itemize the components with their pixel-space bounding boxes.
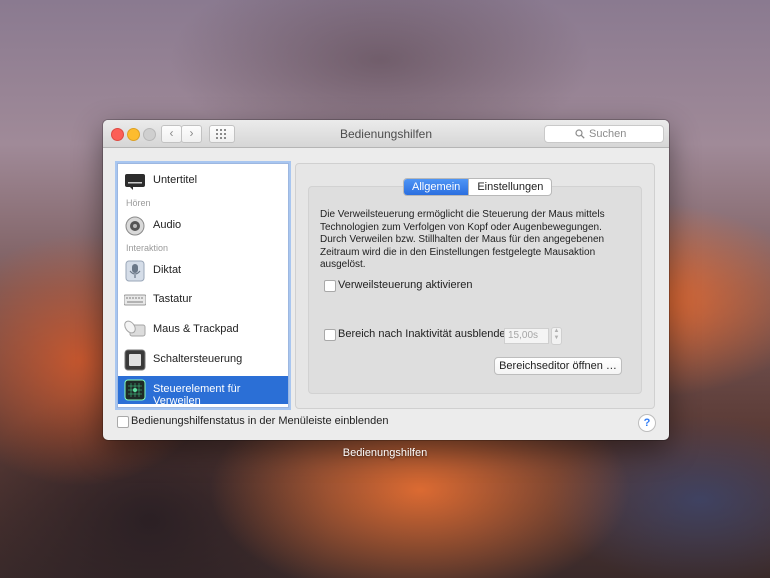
sidebar-item-label: Maus & Trackpad [153, 323, 239, 335]
sidebar-item-label: Audio [153, 219, 182, 231]
keyboard-icon [124, 294, 146, 306]
tab-allgemein[interactable]: Allgemein [404, 179, 469, 195]
sidebar-item-diktat[interactable]: Diktat [118, 257, 288, 285]
enable-dwell-checkbox[interactable] [324, 280, 336, 292]
sidebar-item-label: Steuerelement für Verweilen [153, 383, 241, 407]
hide-delay-field[interactable]: 15,00s [504, 328, 549, 344]
search-placeholder: Suchen [589, 128, 627, 140]
enable-dwell-label: Verweilsteuerung aktivieren [338, 279, 473, 291]
show-in-menubar-checkbox[interactable] [117, 416, 129, 428]
help-button[interactable]: ? [638, 414, 656, 432]
stepper-down-icon: ▼ [553, 335, 560, 341]
hide-delay-stepper[interactable]: ▲ ▼ [551, 327, 562, 345]
title-bar: ‹ › Bedienungshilfen Suchen [103, 120, 669, 148]
category-list[interactable]: Untertitel Hören Audio Interaktion Dikta… [117, 163, 289, 408]
sidebar-item-maus-trackpad[interactable]: Maus & Trackpad [118, 316, 288, 344]
show-in-menubar-label: Bedienungshilfenstatus in der Menüleiste… [131, 415, 389, 427]
microphone-icon [125, 260, 145, 282]
window-caption: Bedienungshilfen [342, 447, 428, 459]
tab-einstellungen[interactable]: Einstellungen [468, 179, 551, 195]
section-header-hoeren: Hören [126, 198, 151, 208]
sidebar-item-label: Diktat [153, 264, 182, 276]
sidebar-item-label: Untertitel [153, 174, 198, 186]
speaker-icon [125, 216, 145, 236]
open-area-editor-button[interactable]: Bereichseditor öffnen … [494, 357, 622, 375]
sidebar-item-schaltersteuerung[interactable]: Schaltersteuerung [118, 346, 288, 374]
subtitles-icon [125, 174, 145, 190]
hide-area-label: Bereich nach Inaktivität ausblenden [338, 328, 512, 340]
sidebar-item-tastatur[interactable]: Tastatur [118, 286, 288, 314]
description-text: Die Verweilsteuerung ermöglicht die Steu… [320, 209, 605, 271]
sidebar-item-label: Tastatur [153, 293, 193, 305]
mouse-icon [124, 320, 146, 337]
dwell-control-icon [124, 379, 146, 401]
search-field[interactable]: Suchen [544, 125, 664, 143]
sidebar-item-steuerelement-verweilen[interactable]: Steuerelement für Verweilen [118, 376, 288, 407]
switch-control-icon [124, 349, 146, 371]
sidebar-item-label: Schaltersteuerung [153, 353, 243, 365]
hide-area-checkbox[interactable] [324, 329, 336, 341]
tab-bar: Allgemein Einstellungen [403, 178, 553, 196]
search-icon [575, 129, 585, 139]
preferences-window: ‹ › Bedienungshilfen Suchen Untertitel H… [103, 120, 669, 440]
sidebar-item-audio[interactable]: Audio [118, 212, 288, 240]
section-header-interaktion: Interaktion [126, 243, 169, 253]
stepper-up-icon: ▲ [553, 328, 560, 334]
sidebar-item-untertitel[interactable]: Untertitel [118, 167, 288, 195]
